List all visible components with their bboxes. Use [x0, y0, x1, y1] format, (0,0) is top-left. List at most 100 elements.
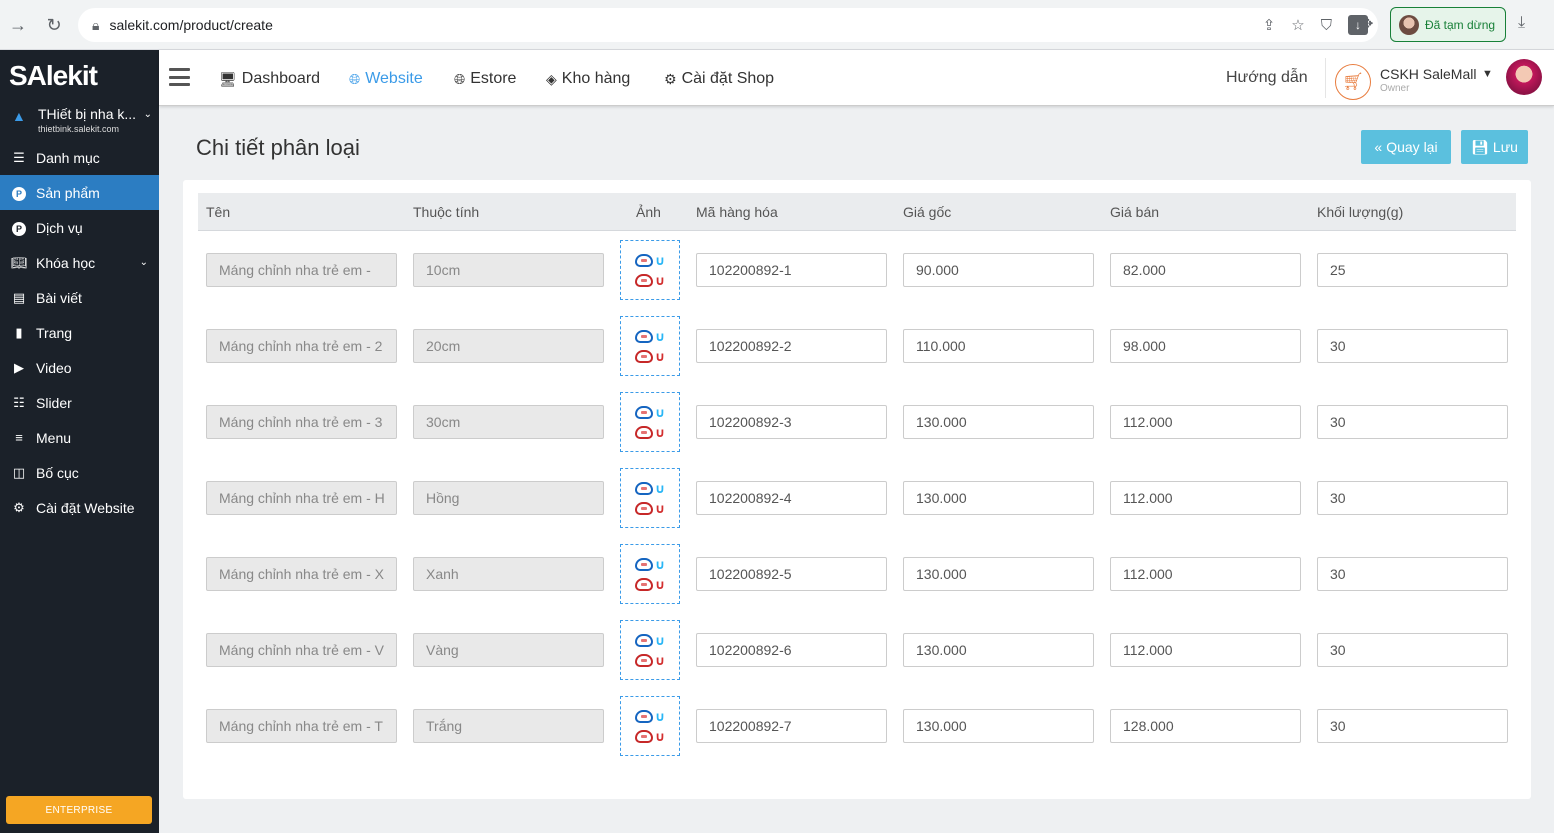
original-price-input[interactable]: 130.000	[903, 557, 1094, 591]
sidebar-item-trang[interactable]: ▮ Trang	[0, 315, 159, 350]
product-thumbnail-icon: ∪	[634, 651, 665, 669]
original-price-input[interactable]: 130.000	[903, 633, 1094, 667]
product-thumbnail-icon: ∪	[634, 479, 665, 497]
shop-cart-icon[interactable]: 🛒︎	[1335, 64, 1371, 100]
nav-estore[interactable]: 🌐︎ Estore	[454, 70, 516, 88]
sku-input[interactable]: 102200892-3	[696, 405, 887, 439]
downloads-icon[interactable]: ⤓	[1518, 14, 1525, 32]
variant-name-field[interactable]: Máng chỉnh nha trẻ em - 2	[206, 329, 397, 363]
hamburger-menu-icon[interactable]	[169, 68, 190, 86]
original-price-input[interactable]: 130.000	[903, 405, 1094, 439]
product-thumbnail-icon: ∪	[634, 271, 665, 289]
variant-attribute-field[interactable]: 20cm	[413, 329, 604, 363]
sidebar-item-khoa-hoc[interactable]: 📖︎ Khóa học ⌄	[0, 245, 159, 280]
variant-name-field[interactable]: Máng chỉnh nha trẻ em - H	[206, 481, 397, 515]
profile-paused-button[interactable]: Đã tạm dừng	[1390, 7, 1506, 42]
sidebar-item-bo-cuc[interactable]: ◫ Bố cục	[0, 455, 159, 490]
weight-input[interactable]: 30	[1317, 557, 1508, 591]
reload-icon[interactable]: ↻	[38, 9, 70, 41]
variant-image-upload[interactable]: ∪ ∪	[620, 316, 680, 376]
variant-image-upload[interactable]: ∪ ∪	[620, 696, 680, 756]
sidebar-item-dich-vu[interactable]: P Dịch vụ	[0, 210, 159, 245]
sidebar-item-san-pham[interactable]: P Sản phẩm	[0, 175, 159, 210]
variant-attribute-field[interactable]: 30cm	[413, 405, 604, 439]
sidebar-item-label: Dịch vụ	[36, 219, 83, 236]
save-button[interactable]: 💾︎ Lưu	[1461, 130, 1528, 164]
original-price-input[interactable]: 130.000	[903, 709, 1094, 743]
extensions-icon[interactable]: ✥	[1360, 14, 1373, 34]
sale-price-input[interactable]: 112.000	[1110, 405, 1301, 439]
sku-input[interactable]: 102200892-6	[696, 633, 887, 667]
star-icon[interactable]: ☆	[1291, 16, 1304, 34]
back-button[interactable]: « Quay lại	[1361, 130, 1451, 164]
weight-input[interactable]: 30	[1317, 633, 1508, 667]
variant-attribute-field[interactable]: Trắng	[413, 709, 604, 743]
product-thumbnail-icon: ∪	[634, 499, 665, 517]
variant-attribute-field[interactable]: Vàng	[413, 633, 604, 667]
user-role: Owner	[1380, 83, 1410, 94]
sale-price-input[interactable]: 128.000	[1110, 709, 1301, 743]
variant-image-upload[interactable]: ∪ ∪	[620, 468, 680, 528]
forward-icon[interactable]: →	[2, 9, 34, 41]
weight-input[interactable]: 30	[1317, 405, 1508, 439]
header-thuoc-tinh: Thuộc tính	[413, 204, 480, 220]
newspaper-icon: ▤	[12, 289, 26, 305]
sku-input[interactable]: 102200892-2	[696, 329, 887, 363]
variant-image-upload[interactable]: ∪ ∪	[620, 620, 680, 680]
shield-icon[interactable]: ⛉	[1321, 17, 1332, 34]
weight-input[interactable]: 30	[1317, 709, 1508, 743]
sidebar-item-bai-viet[interactable]: ▤ Bài viết	[0, 280, 159, 315]
sidebar-item-video[interactable]: ▶ Video	[0, 350, 159, 385]
video-icon: ▶	[14, 359, 24, 375]
variant-name-field[interactable]: Máng chỉnh nha trẻ em - T	[206, 709, 397, 743]
variant-image-upload[interactable]: ∪ ∪	[620, 544, 680, 604]
sidebar-item-menu[interactable]: ≡ Menu	[0, 420, 159, 455]
product-p-icon: P	[11, 185, 27, 201]
sku-input[interactable]: 102200892-7	[696, 709, 887, 743]
sku-input[interactable]: 102200892-5	[696, 557, 887, 591]
globe-icon: 🌐︎	[349, 70, 361, 87]
original-price-input[interactable]: 130.000	[903, 481, 1094, 515]
sale-price-input[interactable]: 112.000	[1110, 557, 1301, 591]
sale-price-input[interactable]: 98.000	[1110, 329, 1301, 363]
variant-image-upload[interactable]: ∪ ∪	[620, 240, 680, 300]
share-icon[interactable]: ⇪	[1263, 16, 1276, 34]
nav-website[interactable]: 🌐︎ Website	[349, 70, 423, 88]
weight-input[interactable]: 30	[1317, 481, 1508, 515]
sale-price-input[interactable]: 112.000	[1110, 633, 1301, 667]
avatar[interactable]	[1506, 59, 1542, 95]
sale-price-input[interactable]: 112.000	[1110, 481, 1301, 515]
weight-input[interactable]: 25	[1317, 253, 1508, 287]
help-link[interactable]: Hướng dẫn	[1226, 69, 1308, 87]
sku-input[interactable]: 102200892-1	[696, 253, 887, 287]
variant-name-field[interactable]: Máng chỉnh nha trẻ em -	[206, 253, 397, 287]
save-label: Lưu	[1492, 139, 1518, 155]
product-thumbnail-icon: ∪	[634, 251, 665, 269]
nav-kho-hang[interactable]: ◈ Kho hàng	[546, 70, 630, 88]
caret-down-icon[interactable]: ▼	[1482, 68, 1493, 80]
user-name[interactable]: CSKH SaleMall	[1380, 66, 1476, 82]
variant-name-field[interactable]: Máng chỉnh nha trẻ em - X	[206, 557, 397, 591]
address-bar[interactable]: 🔒︎ salekit.com/product/create ⇪ ☆ ⛉ ↓	[78, 8, 1378, 42]
product-thumbnail-icon: ∪	[634, 575, 665, 593]
variant-attribute-field[interactable]: Hồng	[413, 481, 604, 515]
variant-name-field[interactable]: Máng chỉnh nha trẻ em - 3	[206, 405, 397, 439]
variant-attribute-field[interactable]: 10cm	[413, 253, 604, 287]
variant-image-upload[interactable]: ∪ ∪	[620, 392, 680, 452]
sku-input[interactable]: 102200892-4	[696, 481, 887, 515]
sidebar-item-danh-muc[interactable]: ☰ Danh mục	[0, 140, 159, 175]
header-ten: Tên	[206, 204, 231, 220]
original-price-input[interactable]: 90.000	[903, 253, 1094, 287]
nav-dashboard[interactable]: 🖥︎ Dashboard	[219, 70, 320, 88]
sidebar-item-slider[interactable]: ☷ Slider	[0, 385, 159, 420]
salekit-logo[interactable]: SAlekit	[9, 60, 98, 92]
sale-price-input[interactable]: 82.000	[1110, 253, 1301, 287]
enterprise-badge[interactable]: ENTERPRISE	[6, 796, 152, 824]
original-price-input[interactable]: 110.000	[903, 329, 1094, 363]
sidebar-item-label: Bài viết	[36, 289, 82, 306]
nav-cai-dat-shop[interactable]: ⚙ Cài đặt Shop	[664, 70, 774, 88]
sidebar-item-cai-dat-website[interactable]: ⚙ Cài đặt Website	[0, 490, 159, 525]
variant-attribute-field[interactable]: Xanh	[413, 557, 604, 591]
variant-name-field[interactable]: Máng chỉnh nha trẻ em - V	[206, 633, 397, 667]
weight-input[interactable]: 30	[1317, 329, 1508, 363]
